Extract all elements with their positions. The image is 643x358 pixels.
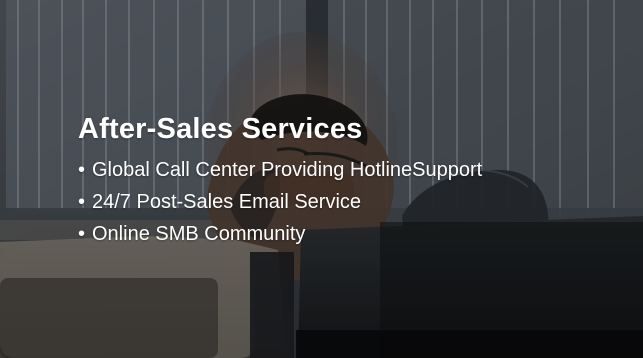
service-item-email-service: • 24/7 Post-Sales Email Service [78, 186, 618, 218]
service-item-label: Global Call Center Providing HotlineSupp… [92, 159, 483, 182]
bullet-icon: • [78, 191, 86, 214]
service-item-label: 24/7 Post-Sales Email Service [92, 191, 362, 214]
service-item-smb-community: • Online SMB Community [78, 218, 618, 250]
slide-frame: After-Sales Services • Global Call Cente… [0, 0, 643, 358]
slide-content: After-Sales Services • Global Call Cente… [78, 114, 618, 250]
service-item-hotline-support: • Global Call Center Providing HotlineSu… [78, 154, 618, 186]
page-title: After-Sales Services [78, 113, 363, 145]
service-item-label: Online SMB Community [92, 223, 306, 246]
bullet-icon: • [78, 223, 86, 246]
bullet-icon: • [78, 159, 86, 182]
service-list: • Global Call Center Providing HotlineSu… [78, 154, 618, 250]
